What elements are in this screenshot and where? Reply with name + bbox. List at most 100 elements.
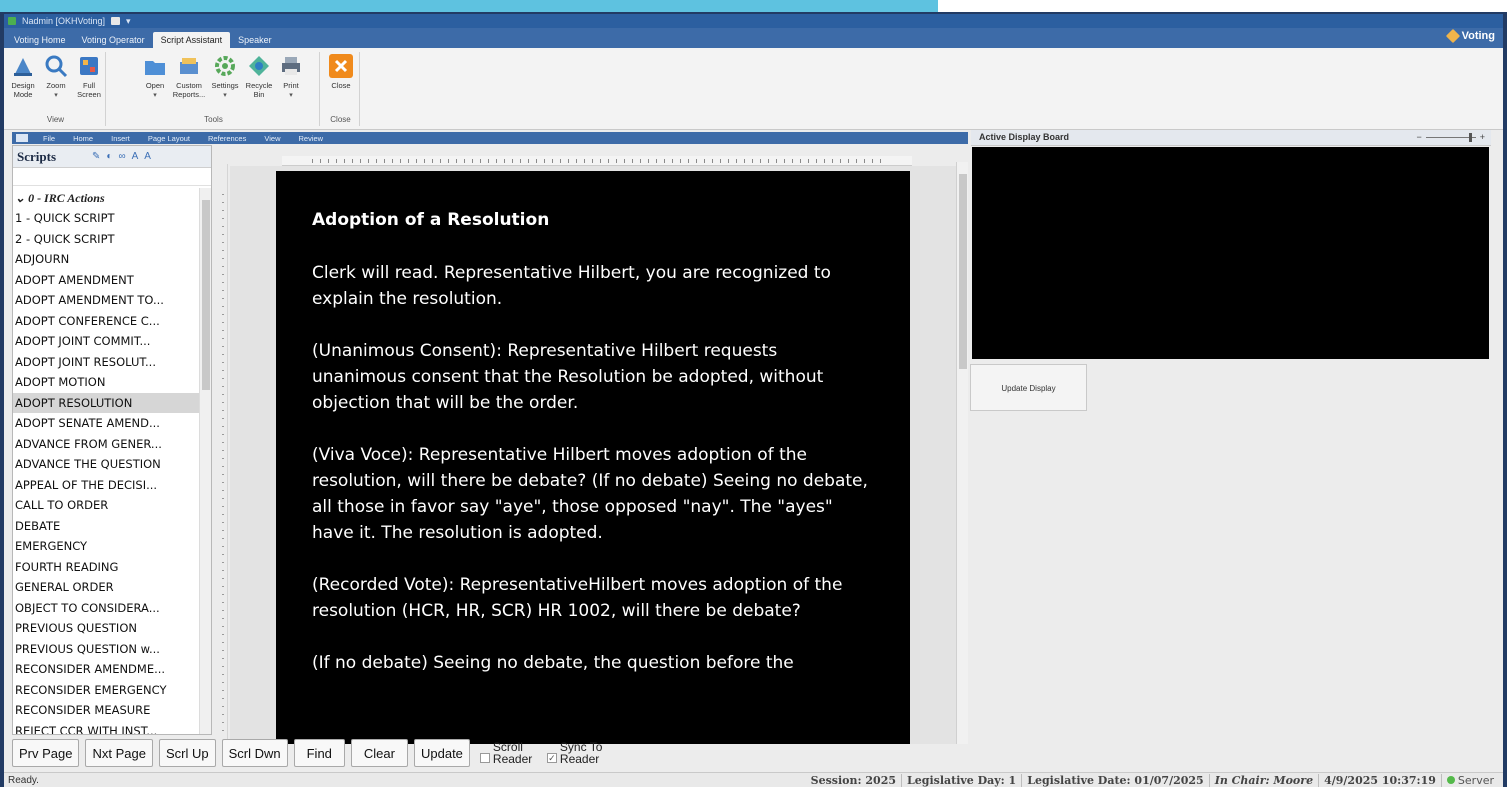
tab-speaker[interactable]: Speaker (230, 32, 280, 48)
list-item[interactable]: GENERAL ORDER (13, 577, 201, 598)
ribbon-group-close-name: Close (330, 115, 351, 124)
clear-button[interactable]: Clear (350, 739, 408, 767)
list-item[interactable]: ADOPT JOINT COMMIT... (13, 331, 201, 352)
recycle-bin-button[interactable]: Recycle Bin (242, 54, 276, 99)
scripts-list: ⌄ 0 - IRC Actions 1 - QUICK SCRIPT 2 - Q… (13, 188, 201, 734)
list-item[interactable]: RECONSIDER MEASURE (13, 700, 201, 721)
doc-tab-home[interactable]: Home (64, 134, 102, 143)
doc-tab-page-layout[interactable]: Page Layout (139, 134, 199, 143)
scripts-panel: Scripts ✎ ◐ ∞ A A ⌄ 0 - IRC Actions 1 - … (12, 145, 212, 735)
edit-script-icon[interactable]: ◐ (106, 151, 112, 162)
checkbox-box-checked[interactable]: ✓ (546, 753, 557, 763)
document-scrollbar[interactable] (956, 162, 968, 744)
list-item[interactable]: EMERGENCY (13, 536, 201, 557)
list-item[interactable]: OBJECT TO CONSIDERA... (13, 598, 201, 619)
scroll-down-button[interactable]: Scrl Dwn (221, 739, 288, 767)
font-increase-icon[interactable]: A (144, 151, 151, 162)
list-item[interactable]: ADVANCE FROM GENER... (13, 434, 201, 455)
update-button[interactable]: Update (413, 739, 470, 767)
update-display-button[interactable]: Update Display (970, 364, 1087, 411)
scrollbar-thumb[interactable] (959, 174, 967, 369)
tab-voting-home[interactable]: Voting Home (6, 32, 74, 48)
doc-tab-insert[interactable]: Insert (102, 134, 139, 143)
zoom-in-icon[interactable]: + (1480, 132, 1485, 142)
checkbox-box[interactable] (479, 753, 490, 763)
script-group-header[interactable]: ⌄ 0 - IRC Actions (13, 188, 201, 208)
list-item[interactable]: CALL TO ORDER (13, 495, 201, 516)
scrollbar-thumb[interactable] (202, 200, 210, 390)
zoom-out-icon[interactable]: − (1416, 132, 1421, 142)
sync-to-reader-checkbox[interactable]: ✓ Sync To Reader (546, 741, 610, 765)
list-item[interactable]: APPEAL OF THE DECISI... (13, 475, 201, 496)
status-session: Session: 2025 (810, 773, 897, 787)
list-item[interactable]: ADOPT AMENDMENT (13, 270, 201, 291)
list-item[interactable]: ADOPT MOTION (13, 372, 201, 393)
print-icon (279, 54, 303, 78)
list-item[interactable]: PREVIOUS QUESTION (13, 618, 201, 639)
print-button[interactable]: Print ▾ (274, 54, 308, 100)
full-screen-button[interactable]: Full Screen (72, 54, 106, 99)
bottom-toolbar: Prv Page Nxt Page Scrl Up Scrl Dwn Find … (12, 737, 712, 769)
find-button[interactable]: Find (293, 739, 345, 767)
custom-reports-button[interactable]: Custom Reports... (172, 54, 206, 99)
list-item[interactable]: RECONSIDER EMERGENCY (13, 680, 201, 701)
scripts-title: Scripts (17, 148, 56, 164)
list-item[interactable]: ADOPT CONFERENCE C... (13, 311, 201, 332)
display-board-zoom[interactable]: − + (1416, 132, 1485, 142)
font-decrease-icon[interactable]: A (132, 151, 139, 162)
list-item-selected[interactable]: ADOPT RESOLUTION (13, 392, 201, 413)
status-timestamp: 4/9/2025 10:37:19 (1318, 773, 1441, 787)
tab-script-assistant[interactable]: Script Assistant (152, 32, 231, 48)
add-script-icon[interactable]: ✎ (92, 151, 100, 162)
scripts-header: Scripts ✎ ◐ ∞ A A (13, 146, 211, 168)
prev-page-button[interactable]: Prv Page (12, 739, 80, 767)
scripts-filter-row[interactable] (13, 168, 211, 186)
gear-icon (213, 54, 237, 78)
doc-tab-file[interactable]: File (34, 134, 64, 143)
status-details: Session: 2025 Legislative Day: 1 Legisla… (806, 773, 1499, 787)
zoom-slider-knob[interactable] (1468, 132, 1472, 142)
ribbon-group-tools-name: Tools (204, 115, 223, 124)
zoom-slider[interactable] (1425, 132, 1476, 142)
list-item[interactable]: DEBATE (13, 516, 201, 537)
list-item[interactable]: ADJOURN (13, 249, 201, 270)
doc-tab-references[interactable]: References (199, 134, 255, 143)
design-mode-icon (11, 54, 35, 78)
tab-voting-operator[interactable]: Voting Operator (74, 32, 153, 48)
open-label: Open (145, 81, 165, 90)
list-item[interactable]: FOURTH READING (13, 557, 201, 578)
scripts-scrollbar[interactable] (199, 188, 211, 734)
settings-button[interactable]: Settings ▾ (208, 54, 242, 100)
status-bar: Ready. Session: 2025 Legislative Day: 1 … (4, 772, 1503, 787)
link-icon[interactable]: ∞ (118, 151, 125, 162)
list-item[interactable]: RECONSIDER AMENDME... (13, 659, 201, 680)
ribbon-group-close: Close Close (322, 52, 360, 126)
list-item[interactable]: ADOPT SENATE AMEND... (13, 413, 201, 434)
script-document[interactable]: Adoption of a Resolution Clerk will read… (276, 171, 910, 744)
doc-tab-view[interactable]: View (255, 134, 289, 143)
quick-access-dropdown-icon[interactable]: ▾ (126, 16, 131, 27)
list-item[interactable]: 1 - QUICK SCRIPT (13, 208, 201, 229)
next-page-button[interactable]: Nxt Page (85, 739, 153, 767)
horizontal-ruler[interactable] (282, 156, 912, 166)
list-item[interactable]: PREVIOUS QUESTION w... (13, 639, 201, 660)
scroll-reader-checkbox[interactable]: Scroll Reader (479, 741, 537, 765)
document-paragraph: (If no debate) Seeing no debate, the que… (312, 653, 794, 673)
list-item[interactable]: ADVANCE THE QUESTION (13, 454, 201, 475)
open-button[interactable]: Open ▾ (138, 54, 172, 100)
list-item[interactable]: ADOPT JOINT RESOLUT... (13, 352, 201, 373)
reports-icon (177, 54, 201, 78)
doc-tab-review[interactable]: Review (289, 134, 332, 143)
quick-access-icon[interactable] (111, 17, 121, 25)
close-label: Close (331, 81, 351, 90)
scroll-up-button[interactable]: Scrl Up (158, 739, 216, 767)
list-item[interactable]: 2 - QUICK SCRIPT (13, 229, 201, 250)
close-button[interactable]: Close (324, 54, 358, 90)
zoom-button[interactable]: Zoom ▾ (39, 54, 73, 100)
list-item[interactable]: ADOPT AMENDMENT TO... (13, 290, 201, 311)
document-menu-icon[interactable] (16, 134, 28, 142)
vertical-ruler (218, 164, 228, 744)
list-item[interactable]: REJECT CCR WITH INST... (13, 721, 201, 735)
document-paragraph: (Recorded Vote): RepresentativeHilbert m… (312, 575, 843, 621)
design-mode-button[interactable]: Design Mode (6, 54, 40, 99)
